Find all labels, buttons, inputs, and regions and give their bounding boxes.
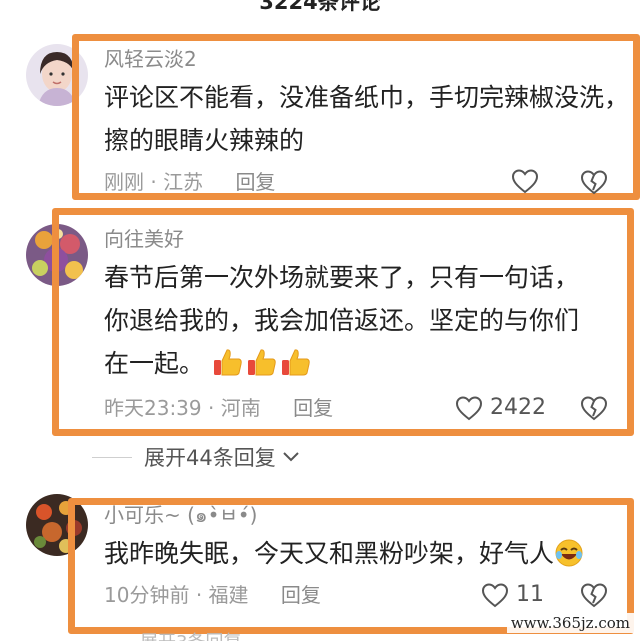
heart-outline-icon	[454, 394, 484, 422]
expand-replies-partial[interactable]: 展开3条回复	[140, 628, 241, 641]
broken-heart-icon	[579, 167, 609, 197]
heart-outline-icon	[510, 167, 540, 195]
divider	[92, 456, 132, 458]
comment-username[interactable]: 小可乐~ (๑•̀ㅂ•́)	[104, 502, 624, 528]
expand-replies-label: 展开44条回复	[144, 446, 276, 470]
comment-content: 春节后第一次外场就要来了，只有一句话， 你退给我的，我会加倍返还。坚定的与你们 …	[104, 256, 624, 391]
comment-time: 昨天23:39	[104, 396, 202, 420]
comment-location: 福建	[208, 583, 249, 607]
comment-meta: 10分钟前 · 福建 回复 11	[104, 578, 624, 612]
laughing-tears-emoji	[554, 538, 584, 581]
comment-item: 向往美好 春节后第一次外场就要来了，只有一句话， 你退给我的，我会加倍返还。坚定…	[104, 226, 624, 421]
comment-time: 10分钟前	[104, 583, 190, 607]
like-count: 11	[516, 582, 544, 607]
reply-button[interactable]: 回复	[235, 170, 275, 194]
comment-text-line: 在一起。	[104, 349, 205, 378]
reply-button[interactable]: 回复	[293, 396, 333, 420]
comment-time: 刚刚	[104, 170, 144, 194]
comment-text-line: 你退给我的，我会加倍返还。坚定的与你们	[104, 306, 580, 335]
heart-outline-icon	[480, 581, 510, 609]
comment-location: 江苏	[163, 170, 204, 194]
thumbs-up-emoji	[212, 346, 244, 391]
dislike-button[interactable]	[579, 580, 609, 610]
comment-content: 评论区不能看，没准备纸巾，手切完辣椒没洗， 擦的眼睛火辣辣的	[104, 76, 630, 162]
comment-username[interactable]: 风轻云淡2	[104, 46, 624, 72]
comment-text-line: 春节后第一次外场就要来了，只有一句话，	[104, 263, 580, 292]
chevron-down-icon	[282, 448, 300, 467]
comment-text-line: 擦的眼睛火辣辣的	[104, 126, 305, 155]
dislike-button[interactable]	[579, 167, 609, 197]
comment-item: 小可乐~ (๑•̀ㅂ•́) 我昨晚失眠，今天又和黑粉吵架，好气人 10分钟前 ·…	[104, 502, 624, 608]
comment-meta: 刚刚 · 江苏 回复	[104, 165, 624, 199]
comment-text-line: 我昨晚失眠，今天又和黑粉吵架，好气人	[104, 539, 555, 568]
like-button[interactable]	[510, 167, 546, 195]
dislike-button[interactable]	[579, 393, 609, 423]
comments-count-title: 3224条评论	[259, 0, 381, 14]
broken-heart-icon	[579, 580, 609, 610]
expand-replies-button[interactable]: 展开44条回复	[92, 442, 300, 472]
comment-item: 风轻云淡2 评论区不能看，没准备纸巾，手切完辣椒没洗， 擦的眼睛火辣辣的 刚刚 …	[104, 46, 630, 195]
comment-text-line: 评论区不能看，没准备纸巾，手切完辣椒没洗，	[104, 83, 630, 112]
reply-button[interactable]: 回复	[281, 583, 321, 607]
comment-meta: 昨天23:39 · 河南 回复 2422	[104, 391, 624, 425]
like-button[interactable]: 11	[480, 580, 544, 610]
like-count: 2422	[490, 395, 546, 420]
watermark: www.365jz.com	[506, 613, 634, 633]
broken-heart-icon	[579, 393, 609, 423]
comment-content: 我昨晚失眠，今天又和黑粉吵架，好气人	[104, 532, 624, 581]
comment-username[interactable]: 向往美好	[104, 226, 624, 252]
thumbs-up-emoji	[246, 346, 278, 391]
comment-location: 河南	[220, 396, 261, 420]
thumbs-up-emoji	[280, 346, 312, 391]
like-button[interactable]: 2422	[454, 393, 546, 423]
